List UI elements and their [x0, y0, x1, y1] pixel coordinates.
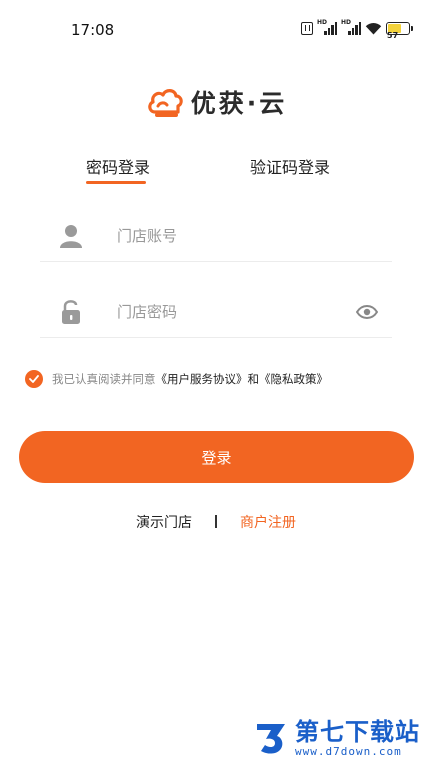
tab-password-login[interactable]: 密码登录 — [86, 154, 150, 178]
nfc-icon — [301, 21, 313, 35]
agreement-text: 我已认真阅读并同意《用户服务协议》和《隐私政策》 — [52, 371, 328, 387]
login-tabs: 密码登录 验证码登录 — [0, 150, 432, 186]
privacy-policy-link[interactable]: 《隐私政策》 — [259, 372, 328, 386]
agreement-prefix: 我已认真阅读并同意 — [52, 372, 156, 386]
chef-hat-cloud-icon — [148, 89, 183, 117]
active-tab-indicator — [86, 181, 146, 184]
merchant-register-link[interactable]: 商户注册 — [240, 512, 296, 532]
signal-icon: HD — [341, 19, 361, 35]
agreement-and: 和 — [247, 372, 260, 386]
agreement-row: 我已认真阅读并同意《用户服务协议》和《隐私政策》 — [25, 370, 328, 388]
brand-logo: 优获·云 — [0, 82, 432, 122]
battery-icon: 57 — [386, 21, 413, 40]
brand-name: 优获·云 — [190, 89, 288, 118]
login-button[interactable]: 登录 — [19, 431, 414, 483]
user-icon — [60, 225, 82, 248]
agreement-checkbox[interactable] — [25, 370, 43, 388]
password-input[interactable] — [117, 298, 337, 326]
account-input[interactable] — [117, 222, 337, 250]
user-agreement-link[interactable]: 《用户服务协议》 — [156, 372, 248, 386]
demo-store-link[interactable]: 演示门店 — [136, 512, 192, 532]
status-bar: 17:08 HD HD 57 — [0, 0, 432, 60]
tab-sms-login[interactable]: 验证码登录 — [250, 154, 330, 178]
watermark-text: 第七下载站 www.d7down.com — [295, 719, 420, 758]
account-field — [40, 212, 392, 262]
status-time: 17:08 — [71, 21, 115, 39]
checkmark-icon — [29, 375, 39, 383]
watermark-logo-icon — [257, 724, 285, 754]
watermark-url: www.d7down.com — [295, 744, 402, 758]
footer-links: 演示门店 商户注册 — [0, 512, 432, 534]
signal-icon: HD — [317, 19, 337, 35]
password-field — [40, 288, 392, 338]
watermark-title: 第七下载站 — [295, 717, 420, 746]
divider — [215, 515, 217, 528]
wifi-icon — [365, 22, 382, 34]
lock-icon — [62, 300, 80, 324]
status-icons: HD HD 57 — [301, 19, 413, 40]
eye-icon[interactable] — [356, 304, 378, 320]
watermark: 第七下载站 www.d7down.com — [251, 718, 420, 758]
